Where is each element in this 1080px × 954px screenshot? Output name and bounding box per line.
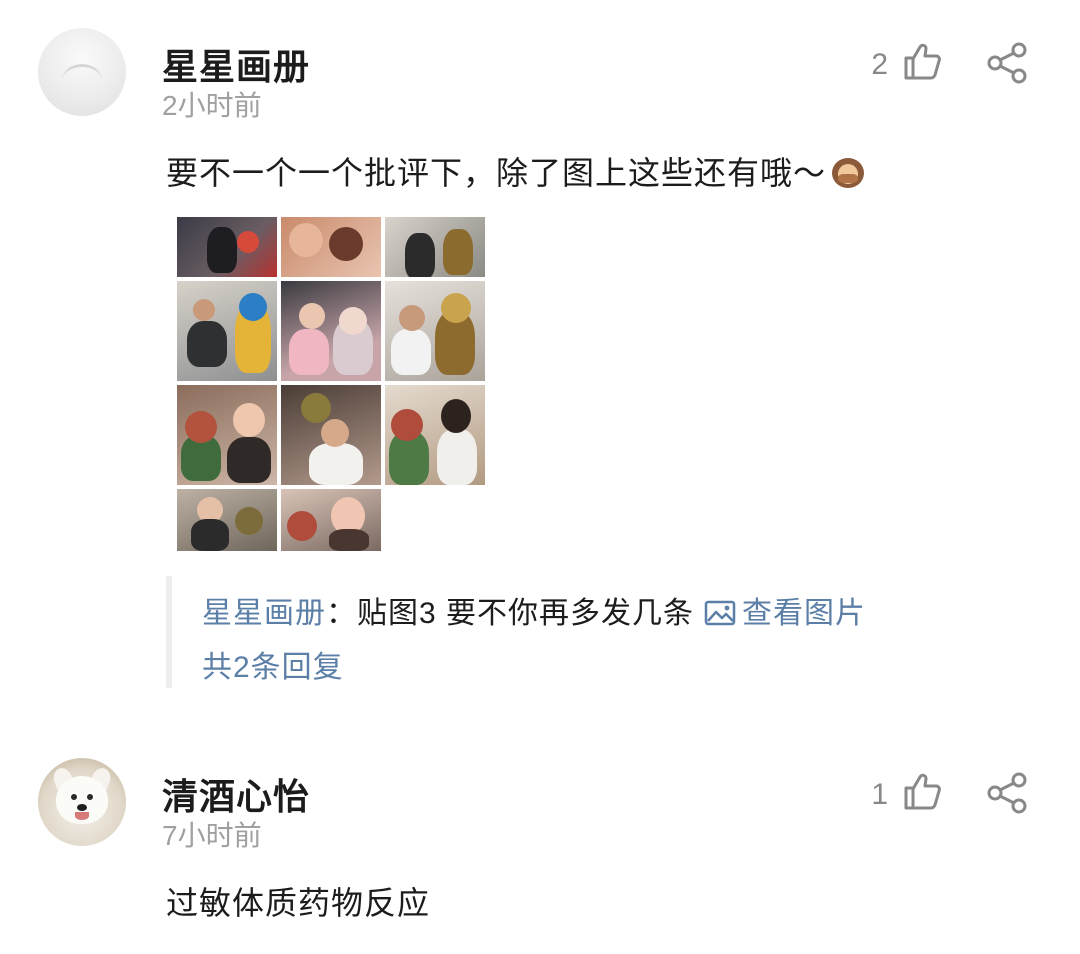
like-count: 1 [871, 778, 888, 811]
image-thumbnail[interactable] [177, 489, 277, 551]
reply-preview[interactable]: 星星画册：贴图3 要不你再多发几条 查看图片 共2条回复 [166, 576, 928, 688]
comment-2: 清酒心怡 7小时前 1 过敏体质药物反应 [0, 730, 1080, 954]
image-thumbnail[interactable] [281, 281, 381, 381]
image-thumbnail[interactable] [385, 217, 485, 277]
reply-separator: ： [326, 597, 357, 630]
username[interactable]: 清酒心怡 [162, 768, 310, 820]
thumbs-up-icon[interactable] [902, 772, 942, 812]
comment-text: 要不一个一个批评下，除了图上这些还有哦～ [166, 148, 866, 194]
reply-author[interactable]: 星星画册 [202, 597, 326, 630]
image-thumbnail[interactable] [385, 281, 485, 381]
image-thumbnail[interactable] [177, 385, 277, 485]
like-count: 2 [871, 48, 888, 81]
image-icon [704, 600, 736, 626]
reply-count-link[interactable]: 共2条回复 [202, 642, 344, 686]
thumbs-up-icon[interactable] [902, 42, 942, 82]
view-image-link[interactable]: 查看图片 [704, 597, 866, 630]
reply-line: 星星画册：贴图3 要不你再多发几条 查看图片 [202, 588, 866, 632]
image-grid [177, 217, 485, 551]
view-image-label: 查看图片 [742, 597, 867, 630]
reply-text: 贴图3 要不你再多发几条 [357, 597, 695, 630]
timestamp: 7小时前 [162, 820, 262, 851]
share-icon[interactable] [986, 42, 1028, 84]
comment-body: 过敏体质药物反应 [166, 885, 431, 921]
see-no-evil-monkey-icon [830, 154, 866, 190]
timestamp: 2小时前 [162, 90, 262, 121]
comment-body: 要不一个一个批评下，除了图上这些还有哦～ [166, 155, 827, 191]
image-thumbnail[interactable] [177, 217, 277, 277]
username[interactable]: 星星画册 [162, 38, 310, 90]
image-thumbnail[interactable] [281, 489, 381, 551]
user-avatar[interactable] [38, 28, 126, 116]
image-thumbnail[interactable] [281, 217, 381, 277]
image-thumbnail[interactable] [385, 385, 485, 485]
image-thumbnail[interactable] [177, 281, 277, 381]
image-thumbnail[interactable] [281, 385, 381, 485]
share-icon[interactable] [986, 772, 1028, 814]
user-avatar[interactable] [38, 758, 126, 846]
comment-1: 星星画册 2小时前 2 要不一个一个批评下，除了图上这些还有哦～ 星星画册：贴图… [0, 0, 1080, 700]
